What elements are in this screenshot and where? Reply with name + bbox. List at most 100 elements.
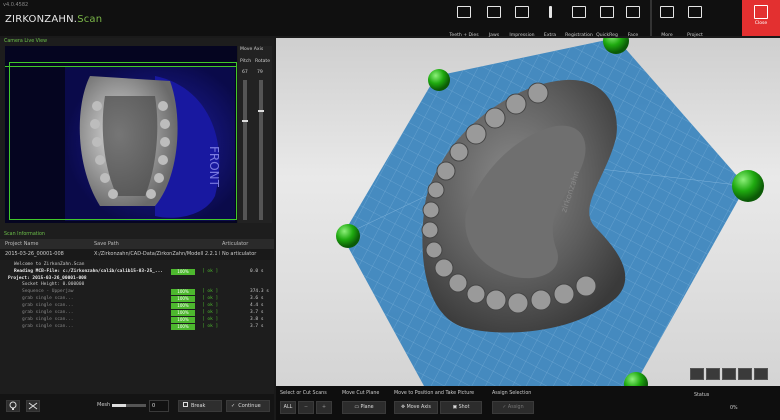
break-icon (183, 402, 188, 407)
shot-button[interactable]: ▣ Shot (440, 401, 482, 414)
log-line: Welcome to ZirkonZahn.Scan (14, 262, 85, 267)
rotate-value: 79 (257, 70, 263, 75)
logo-suffix: Scan (77, 14, 103, 25)
registration-icon (572, 6, 586, 18)
log-line: grab single scan... (22, 310, 74, 315)
close-button[interactable]: Close (742, 0, 780, 36)
face-icon (626, 6, 640, 18)
duration: 3.7 s (250, 324, 264, 329)
progress-bar: 100% (171, 317, 195, 323)
progress-bar: 100% (171, 269, 195, 275)
view-front-button[interactable] (690, 368, 704, 380)
tools-icon (28, 402, 38, 410)
col-save-path: Save Path (94, 241, 119, 247)
move-cut-plane-label: Move Cut Plane (342, 391, 380, 396)
rotate-slider[interactable] (258, 80, 264, 220)
pitch-slider[interactable] (242, 80, 248, 220)
scan-model-view: zirkonzahn (336, 38, 764, 386)
check-icon: ✓ (231, 403, 236, 409)
top-toolbar: v4.0.4582 ZIRKONZAHN.Scan Teeth + Dies J… (0, 0, 780, 38)
version-label: v4.0.4582 (3, 2, 29, 8)
pitch-value: 67 (242, 70, 248, 75)
quickreg-icon (600, 6, 614, 18)
status-ok: [ ok ] (202, 324, 219, 329)
duration: 4.4 s (250, 303, 264, 308)
minus-button[interactable]: − (298, 401, 314, 414)
3d-viewport[interactable]: zirkonzahn (276, 38, 780, 386)
view-top-button[interactable] (722, 368, 736, 380)
rotate-slider-handle[interactable] (258, 110, 264, 112)
light-button[interactable] (6, 400, 20, 412)
progress-bar: 100% (171, 303, 195, 309)
col-articulator: Articulator (222, 241, 249, 247)
status-value: 0% (730, 406, 738, 411)
lightbulb-icon (9, 401, 17, 410)
mesh-label: Mesh (97, 402, 111, 408)
cell-project-name: 2015-03-26_00001-008 (5, 251, 64, 257)
move-axis-title: Move Axis (240, 47, 264, 52)
continue-button[interactable]: ✓ Continue (226, 400, 270, 412)
view-back-button[interactable] (738, 368, 752, 380)
jaws-icon (487, 6, 501, 18)
pitch-slider-handle[interactable] (242, 120, 248, 122)
cut-plane-handle (428, 69, 450, 91)
duration: 3.7 s (250, 310, 264, 315)
face-button[interactable]: Face (614, 4, 652, 40)
log-line: grab single scan... (22, 317, 74, 322)
move-axis-button[interactable]: ✥ Move Axis (394, 401, 438, 414)
tools-button[interactable] (26, 400, 40, 412)
assign-button[interactable]: ✓ Assign (492, 401, 534, 414)
cell-save-path: X:/Zirkonzahn/CAD-Data/ZirkonZahn/Modell… (94, 251, 220, 257)
app-logo: ZIRKONZAHN.Scan (5, 14, 102, 25)
impression-icon (515, 6, 529, 18)
duration: 3.8 s (250, 317, 264, 322)
plus-button[interactable]: + (316, 401, 332, 414)
status-ok: [ ok ] (202, 317, 219, 322)
view-side-button[interactable] (706, 368, 720, 380)
plane-button[interactable]: ▭ Plane (342, 401, 386, 414)
mesh-value-field[interactable]: 0 (149, 400, 169, 412)
log-line: grab single scan... (22, 324, 74, 329)
progress-bar: 100% (171, 289, 195, 295)
left-bottom-bar: Mesh 0 Break ✓ Continue (0, 394, 274, 420)
log-line: Socket Height: 0.000000 (22, 282, 85, 287)
scan-table-row[interactable]: 2015-03-26_00001-008 X:/Zirkonzahn/CAD-D… (0, 249, 274, 260)
pitch-label: Pitch (240, 59, 252, 64)
project-button[interactable]: Project (676, 4, 714, 40)
project-icon (688, 6, 702, 18)
logo-brand: ZIRKONZAHN. (5, 14, 78, 25)
teeth-dies-icon (457, 6, 471, 18)
select-all-button[interactable]: ALL (280, 401, 296, 414)
log-line: grab single scan... (22, 296, 74, 301)
view-iso-button[interactable] (754, 368, 768, 380)
status-ok: [ ok ] (202, 303, 219, 308)
close-icon (754, 5, 768, 19)
duration: 0.0 s (250, 269, 264, 274)
mesh-slider[interactable] (112, 404, 146, 407)
log-line: Reading MCB-File: c:/Zirkonzahn/calib/ca… (14, 269, 164, 274)
status-ok: [ ok ] (202, 310, 219, 315)
scan-area-frame (9, 62, 237, 220)
col-project-name: Project Name (5, 241, 39, 247)
status-ok: [ ok ] (202, 296, 219, 301)
progress-bar: 100% (171, 310, 195, 316)
rotate-label: Rotate (255, 59, 271, 64)
assign-selection-label: Assign Selection (492, 391, 532, 396)
cell-articulator: No articulator (222, 251, 257, 257)
camera-live-view: FRONT (5, 46, 237, 223)
select-cut-scans-label: Select or Cut Scans (280, 391, 327, 396)
break-button[interactable]: Break (178, 400, 222, 412)
status-label: Status (694, 393, 710, 398)
bottom-toolbar: Select or Cut Scans ALL − + Move Cut Pla… (276, 386, 780, 420)
status-ok: [ ok ] (202, 289, 219, 294)
scan-information-title: Scan Information (4, 232, 45, 237)
progress-bar: 100% (171, 324, 195, 330)
log-line: Project: 2015-03-26_00001-008 (8, 276, 87, 281)
left-panel: Camera Live View FRONT Move Axis Pitch R… (0, 38, 274, 420)
log-line: grab single scan... (22, 303, 74, 308)
more-icon (660, 6, 674, 18)
move-to-position-label: Move to Position and Take Picture (394, 391, 475, 396)
progress-bar: 100% (171, 296, 195, 302)
cut-plane-handle (732, 170, 764, 202)
scan-table-header: Project Name Save Path Articulator (0, 239, 274, 249)
